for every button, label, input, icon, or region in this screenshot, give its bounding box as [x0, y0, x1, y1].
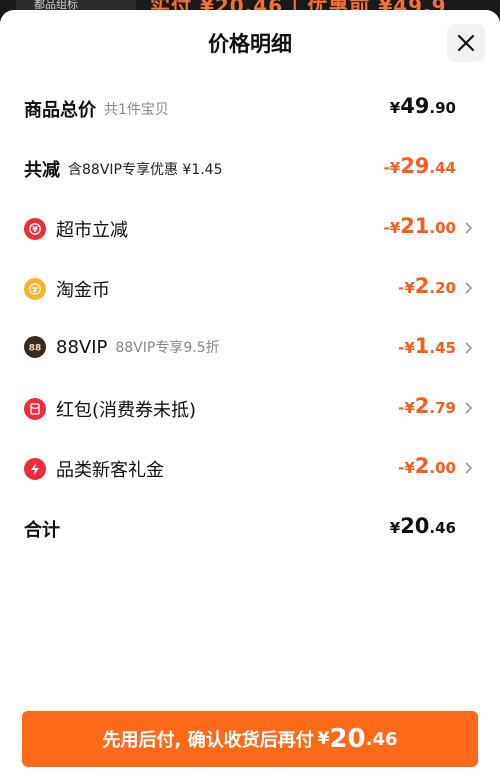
svg-text:¥: ¥ — [32, 225, 38, 234]
amount-grand-total: ¥20.46 — [389, 514, 456, 538]
cta-currency: ¥ — [317, 729, 330, 749]
chevron-right-icon — [465, 282, 473, 294]
vip-discount-note: 含88VIP专享优惠 ¥1.45 — [68, 162, 223, 178]
vip-discount-rate: 88VIP专享9.5折 — [115, 340, 220, 356]
lightning-icon — [24, 458, 46, 480]
svg-text:88: 88 — [29, 344, 42, 354]
row-88vip[interactable]: 88 88VIP 88VIP专享9.5折 -¥1.45 — [0, 328, 500, 368]
cta-amount-int: 20 — [329, 724, 366, 754]
amount-red-packet: -¥2.79 — [398, 394, 456, 418]
cta-label: 先用后付, 确认收货后再付 — [102, 730, 314, 751]
vip-88-icon: 88 — [24, 336, 46, 358]
amount-88vip: -¥1.45 — [398, 334, 456, 358]
amount-total-price: ¥49.90 — [389, 94, 456, 118]
row-label: 品类新客礼金 — [56, 460, 164, 481]
amount-total-discount: -¥29.44 — [383, 154, 456, 178]
row-label: 合计 — [24, 520, 60, 541]
row-label: 淘金币 — [56, 280, 110, 301]
amount-new-customer-gift: -¥2.00 — [398, 454, 456, 478]
amount-taojinbi: -¥2.20 — [398, 274, 456, 298]
row-red-packet[interactable]: 红包(消费券未抵) -¥2.79 — [0, 388, 500, 428]
cta-amount-dec: .46 — [365, 728, 398, 750]
red-packet-icon — [24, 398, 46, 420]
sheet-title: 价格明细 — [208, 32, 292, 56]
row-label: 商品总价 — [24, 100, 96, 121]
chevron-right-icon — [465, 342, 473, 354]
row-total-discount: 共减 含88VIP专享优惠 ¥1.45 -¥29.44 — [0, 148, 500, 188]
item-count: 共1件宝贝 — [104, 102, 169, 118]
coin-icon — [24, 278, 46, 300]
row-taojinbi[interactable]: 淘金币 -¥2.20 — [0, 268, 500, 308]
chevron-right-icon — [465, 222, 473, 234]
close-button[interactable] — [447, 24, 485, 62]
row-label: 共减 — [24, 160, 60, 181]
row-supermarket-discount[interactable]: ¥ 超市立减 -¥21.00 — [0, 208, 500, 248]
row-total-price: 商品总价 共1件宝贝 ¥49.90 — [0, 88, 500, 128]
supermarket-discount-icon: ¥ — [24, 218, 46, 240]
pay-later-confirm-button[interactable]: 先用后付, 确认收货后再付 ¥20.46 — [22, 711, 478, 767]
row-label: 超市立减 — [56, 220, 128, 241]
row-label: 红包(消费券未抵) — [56, 400, 197, 421]
row-grand-total: 合计 ¥20.46 — [0, 508, 500, 548]
chevron-right-icon — [465, 402, 473, 414]
price-detail-sheet: 价格明细 商品总价 共1件宝贝 ¥49.90 共减 含88VIP专享优惠 ¥1.… — [0, 10, 500, 783]
row-new-customer-gift[interactable]: 品类新客礼金 -¥2.00 — [0, 448, 500, 488]
chevron-right-icon — [465, 462, 473, 474]
close-icon — [457, 34, 475, 52]
amount-supermarket-discount: -¥21.00 — [383, 214, 456, 238]
row-label: 88VIP — [56, 336, 108, 358]
